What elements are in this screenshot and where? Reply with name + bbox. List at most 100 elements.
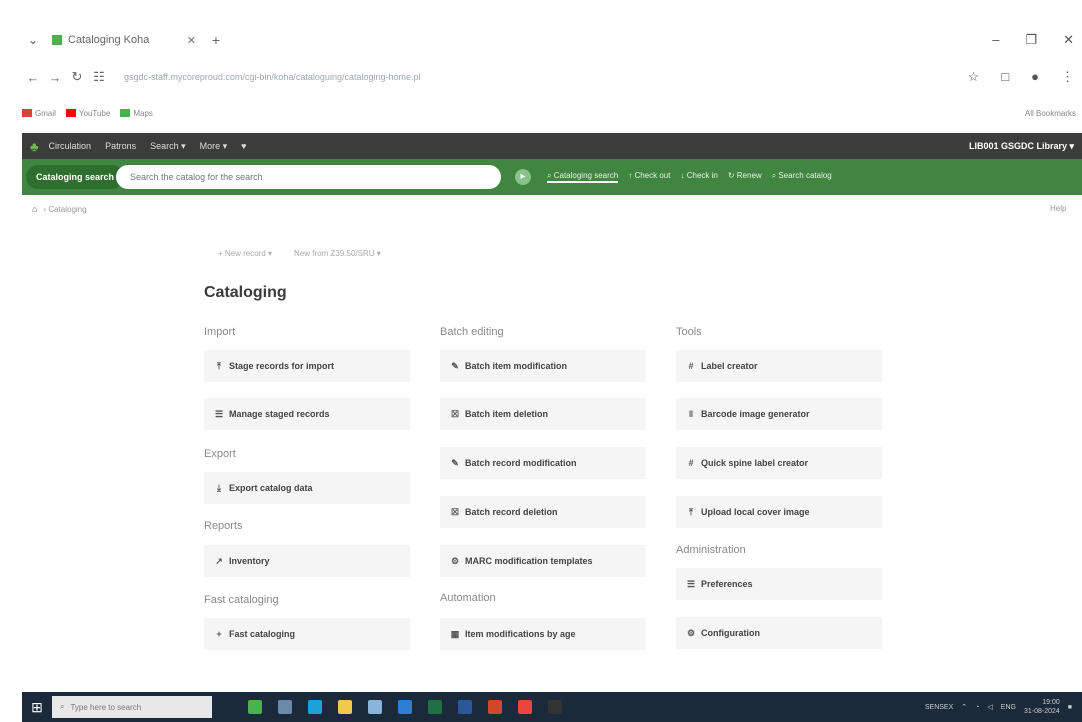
restore-icon[interactable]: ❐ — [1025, 32, 1037, 48]
new-tab-icon[interactable]: + — [204, 32, 228, 48]
section-import-title: Import — [204, 326, 236, 338]
all-bookmarks[interactable]: All Bookmarks — [1025, 109, 1082, 118]
minimize-icon[interactable]: – — [992, 32, 999, 48]
manage-staged-button[interactable]: ☰ Manage staged records — [204, 398, 410, 430]
profile-icon[interactable]: ● — [1031, 69, 1039, 85]
home-icon[interactable]: ⌂ — [32, 204, 37, 214]
configuration-button[interactable]: ⚙ Configuration — [676, 617, 882, 649]
tab-cataloging-search[interactable]: ⌕ Cataloging search — [547, 171, 619, 183]
tab-check-in[interactable]: ↓ Check in — [680, 171, 717, 183]
edge-icon[interactable] — [308, 700, 322, 714]
system-tray: SENSEX ⌃ ◔ ◁ ENG 19:00 31-08-2024 ■ — [925, 698, 1082, 716]
search-type-select[interactable]: Cataloging search — [26, 165, 125, 189]
bookmark-gmail[interactable]: Gmail — [22, 109, 56, 118]
barcode-image-generator-button[interactable]: ‖ Barcode image generator — [676, 398, 882, 430]
action-label: Barcode image generator — [701, 409, 810, 419]
nav-circulation[interactable]: Circulation — [49, 141, 92, 151]
inventory-button[interactable]: ↗ Inventory — [204, 545, 410, 577]
tray-chevron-icon[interactable]: ⌃ — [961, 703, 967, 711]
nav-search[interactable]: Search ▾ — [150, 141, 186, 152]
tab-search-catalog[interactable]: ⌕ Search catalog — [772, 171, 832, 183]
close-tab-icon[interactable]: ✕ — [187, 34, 196, 47]
cart-icon[interactable]: ♥ — [241, 141, 246, 151]
excel-icon[interactable] — [428, 700, 442, 714]
trash-icon: ☒ — [450, 506, 460, 517]
settings-icon: ⚙ — [686, 627, 696, 638]
action-label: Batch record modification — [465, 458, 577, 468]
powerpoint-icon[interactable] — [488, 700, 502, 714]
marc-templates-button[interactable]: ⚙ MARC modification templates — [440, 545, 646, 577]
search-submit-icon[interactable]: ▸ — [515, 169, 532, 185]
fast-cataloging-button[interactable]: + Fast cataloging — [204, 618, 410, 650]
notification-icon[interactable]: ■ — [1068, 704, 1072, 711]
new-from-z3950-button[interactable]: New from Z39.50/SRU ▾ — [294, 249, 381, 258]
task-view-icon[interactable] — [278, 700, 292, 714]
action-label: Label creator — [701, 361, 758, 371]
calendar-icon: ▦ — [450, 628, 460, 639]
youtube-icon — [65, 109, 76, 117]
upload-cover-image-button[interactable]: ⤒ Upload local cover image — [676, 496, 882, 528]
hashtag-icon: # — [688, 458, 694, 468]
url-field[interactable]: gsgdc-staff.mycoreproud.com/cgi-bin/koha… — [118, 66, 678, 88]
clock[interactable]: 19:00 31-08-2024 — [1024, 698, 1060, 716]
language-indicator[interactable]: ENG — [1001, 704, 1016, 711]
action-label: Manage staged records — [229, 409, 330, 419]
item-modifications-by-age-button[interactable]: ▦ Item modifications by age — [440, 618, 646, 650]
tab-label: Renew — [736, 171, 762, 180]
batch-record-modification-button[interactable]: ✎ Batch record modification — [440, 447, 646, 479]
breadcrumb: ⌂ › Cataloging — [32, 204, 87, 214]
action-label: MARC modification templates — [465, 556, 593, 566]
preferences-button[interactable]: ☰ Preferences — [676, 568, 882, 600]
calculator-icon[interactable] — [368, 700, 382, 714]
action-label: Export catalog data — [229, 483, 313, 493]
bookmark-star-icon[interactable]: ☆ — [968, 69, 980, 85]
section-tools-title: Tools — [676, 326, 702, 338]
close-window-icon[interactable]: ✕ — [1063, 32, 1074, 48]
word-icon[interactable] — [458, 700, 472, 714]
store-icon[interactable] — [398, 700, 412, 714]
reload-icon[interactable]: ↻ — [66, 69, 88, 85]
bookmark-youtube[interactable]: YouTube — [65, 109, 110, 118]
windows-start-icon[interactable]: ⊞ — [22, 699, 52, 716]
batch-record-deletion-button[interactable]: ☒ Batch record deletion — [440, 496, 646, 528]
tab-search-icon[interactable]: ⌄ — [22, 33, 44, 47]
quick-spine-label-button[interactable]: # Quick spine label creator — [676, 447, 882, 479]
label-creator-button[interactable]: # Label creator — [676, 350, 882, 382]
weather-widget[interactable]: SENSEX — [925, 704, 953, 711]
koha-logo-icon[interactable]: ♣ — [30, 139, 39, 154]
back-icon[interactable]: ← — [22, 70, 44, 85]
browser-menu-icon[interactable]: ⋮ — [1061, 69, 1074, 85]
file-explorer-icon[interactable] — [338, 700, 352, 714]
terminal-icon[interactable] — [548, 700, 562, 714]
batch-item-modification-button[interactable]: ✎ Batch item modification — [440, 350, 646, 382]
help-link[interactable]: Help — [1050, 204, 1066, 213]
site-info-icon[interactable]: ☷ — [88, 69, 110, 85]
browser-tab[interactable]: Cataloging Koha ✕ — [44, 28, 204, 52]
section-automation-title: Automation — [440, 592, 496, 604]
nav-more[interactable]: More ▾ — [200, 141, 228, 152]
cataloging-toolbar: + New record ▾ New from Z39.50/SRU ▾ — [218, 249, 403, 258]
taskbar-search[interactable]: ⌕ Type here to search — [52, 696, 212, 718]
browser-toolbar-icons: ☆ □ ● ⋮ — [968, 69, 1082, 85]
search-tabs: ⌕ Cataloging search ↑ Check out ↓ Check … — [547, 171, 832, 183]
tab-renew[interactable]: ↻ Renew — [728, 171, 762, 183]
catalog-search-input[interactable] — [116, 165, 502, 189]
new-record-button[interactable]: + New record ▾ — [218, 249, 272, 258]
nav-patrons[interactable]: Patrons — [105, 141, 136, 151]
user-library-menu[interactable]: LIB001 GSGDC Library ▾ — [969, 141, 1074, 152]
plant-app-icon[interactable] — [248, 700, 262, 714]
extensions-icon[interactable]: □ — [1001, 69, 1009, 85]
tab-label: Check in — [686, 171, 718, 180]
action-label: Upload local cover image — [701, 507, 810, 517]
chrome-icon[interactable] — [518, 700, 532, 714]
forward-icon[interactable]: → — [44, 70, 66, 85]
export-catalog-button[interactable]: ⤓ Export catalog data — [204, 472, 410, 504]
volume-icon[interactable]: ◁ — [987, 703, 992, 711]
chart-line-icon: ↗ — [215, 555, 223, 566]
batch-item-deletion-button[interactable]: ☒ Batch item deletion — [440, 398, 646, 430]
network-icon[interactable]: ◔ — [975, 704, 979, 711]
bookmark-maps[interactable]: Maps — [120, 109, 153, 118]
barcode-icon: # — [688, 361, 694, 371]
tab-check-out[interactable]: ↑ Check out — [628, 171, 670, 183]
stage-records-button[interactable]: ⤒ Stage records for import — [204, 350, 410, 382]
